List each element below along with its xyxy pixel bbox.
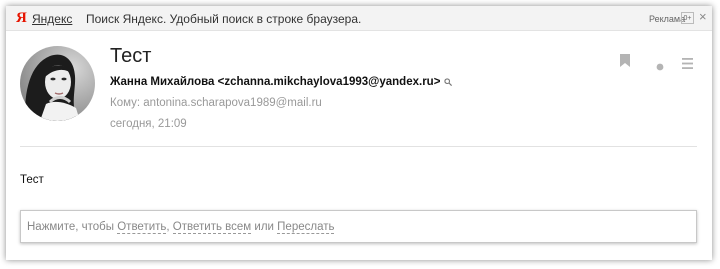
recipient-address[interactable]: antonina.scharapova1989@mail.ru — [143, 97, 322, 109]
sender-address[interactable]: Жанна Михайлова <zchanna.mikchaylova1993… — [110, 76, 440, 88]
reply-separator: , — [166, 221, 170, 233]
message-date: сегодня, 21:09 — [110, 118, 187, 130]
recipient-label: Кому: — [110, 97, 141, 109]
bookmark-icon[interactable] — [620, 54, 630, 72]
age-rating-badge: 0+ — [681, 12, 694, 24]
dot-icon[interactable] — [656, 58, 664, 76]
message-body: Тест — [20, 174, 44, 186]
message-subject: Тест — [110, 45, 152, 67]
ad-label: Реклама — [649, 14, 686, 24]
avatar — [20, 46, 95, 121]
avatar-photo — [20, 46, 95, 121]
ad-banner[interactable]: Я Яндекс Поиск Яндекс. Удобный поиск в с… — [6, 6, 712, 31]
recipient-line: Кому: antonina.scharapova1989@mail.ru — [110, 96, 322, 110]
forward-link[interactable]: Переслать — [277, 221, 335, 234]
ad-text[interactable]: Поиск Яндекс. Удобный поиск в строке бра… — [86, 12, 361, 26]
quick-reply-box[interactable]: Нажмите, чтобы Ответить, Ответить всем и… — [20, 210, 697, 243]
close-ad-button[interactable]: × — [699, 10, 707, 24]
header-divider — [20, 146, 697, 147]
yandex-logo: Я — [16, 10, 27, 26]
reply-link[interactable]: Ответить — [117, 221, 167, 234]
reply-or: или — [254, 221, 274, 233]
reply-prefix: Нажмите, чтобы — [27, 221, 115, 233]
reply-all-link[interactable]: Ответить всем — [172, 221, 252, 234]
ad-brand-link[interactable]: Яндекс — [32, 12, 72, 26]
quick-reply-prompt: Нажмите, чтобы Ответить, Ответить всем и… — [27, 220, 335, 234]
menu-icon[interactable] — [682, 56, 693, 74]
search-icon[interactable] — [444, 76, 453, 90]
sender[interactable]: Жанна Михайлова <zchanna.mikchaylova1993… — [110, 75, 453, 90]
mail-message-window: Я Яндекс Поиск Яндекс. Удобный поиск в с… — [6, 6, 712, 260]
